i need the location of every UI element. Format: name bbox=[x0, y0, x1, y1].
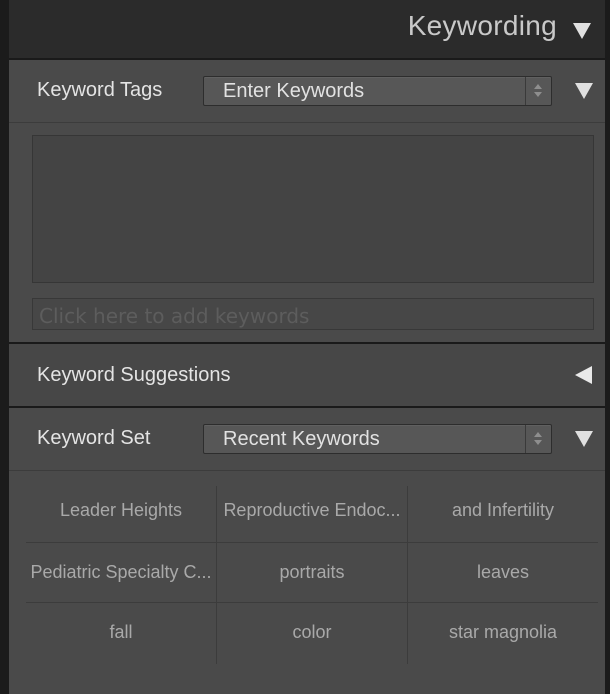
keywording-panel: Keywording Keyword Tags Enter Keywords C… bbox=[9, 0, 605, 694]
keyword-set-disclosure-icon[interactable] bbox=[575, 431, 593, 447]
keyword-button[interactable]: fall bbox=[26, 602, 216, 662]
keyword-button[interactable]: and Infertility bbox=[408, 480, 598, 540]
keyword-button[interactable]: Leader Heights bbox=[26, 480, 216, 540]
keyword-set-label: Keyword Set bbox=[37, 427, 151, 449]
keyword-tags-section: Keyword Tags Enter Keywords Click here t… bbox=[9, 58, 605, 342]
keyword-tags-mode-select[interactable]: Enter Keywords bbox=[203, 76, 552, 106]
keyword-suggestions-label: Keyword Suggestions bbox=[37, 364, 231, 386]
select-stepper-icon bbox=[525, 425, 551, 453]
keyword-set-section: Keyword Set Recent Keywords Leader Heigh… bbox=[9, 406, 605, 694]
panel-header[interactable]: Keywording bbox=[9, 0, 605, 58]
keyword-button[interactable]: Pediatric Specialty C... bbox=[26, 542, 216, 602]
add-keywords-input[interactable]: Click here to add keywords bbox=[32, 298, 594, 330]
keyword-button[interactable]: color bbox=[217, 602, 407, 662]
keyword-set-value: Recent Keywords bbox=[223, 428, 380, 450]
keyword-tags-disclosure-icon[interactable] bbox=[575, 83, 593, 99]
panel-title: Keywording bbox=[407, 10, 557, 41]
keyword-button[interactable]: portraits bbox=[217, 542, 407, 602]
select-stepper-icon bbox=[525, 77, 551, 105]
keyword-button[interactable]: Reproductive Endoc... bbox=[217, 480, 407, 540]
keyword-button[interactable]: star magnolia bbox=[408, 602, 598, 662]
keyword-set-grid: Leader Heights Reproductive Endoc... and… bbox=[26, 480, 598, 666]
keyword-set-select[interactable]: Recent Keywords bbox=[203, 424, 552, 454]
divider bbox=[9, 470, 605, 471]
collapse-panel-icon[interactable] bbox=[573, 23, 591, 39]
keywords-text-area[interactable] bbox=[32, 135, 594, 283]
keyword-tags-mode-value: Enter Keywords bbox=[223, 80, 365, 102]
keyword-button[interactable]: leaves bbox=[408, 542, 598, 602]
divider bbox=[9, 122, 605, 123]
expand-suggestions-icon[interactable] bbox=[575, 366, 592, 384]
keyword-suggestions-section[interactable]: Keyword Suggestions bbox=[9, 342, 605, 406]
keyword-tags-label: Keyword Tags bbox=[37, 79, 163, 101]
